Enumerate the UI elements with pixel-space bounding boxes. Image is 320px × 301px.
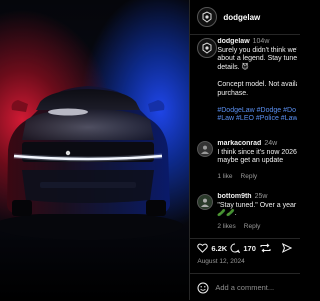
comment-likes[interactable]: 2 likes [217, 223, 235, 230]
avatar[interactable] [197, 38, 218, 58]
reply-button[interactable]: Reply [244, 223, 261, 230]
action-bar: 6.2K 170 [190, 238, 301, 257]
caption-timestamp: 104w [252, 38, 270, 45]
comment-meta: 1 like Reply [217, 173, 265, 180]
caption-line: details. 😈 [217, 63, 249, 71]
comment-button[interactable]: 170 [230, 243, 256, 253]
post-details-panel: dodgelaw dodgelaw 104w Surely you didn't … [189, 0, 301, 301]
comment-username[interactable]: markaconrad [217, 140, 261, 147]
comments-count: 170 [243, 243, 256, 253]
send-icon [282, 243, 293, 253]
repost-icon [260, 243, 271, 253]
hashtags-line[interactable]: #Law #LEO #Police #LawEn [217, 115, 297, 124]
reply-button[interactable]: Reply [241, 173, 258, 180]
avatar[interactable] [197, 7, 218, 27]
caption-line: Concept model. Not availab [217, 80, 298, 88]
post-header: dodgelaw [190, 0, 301, 35]
caption-text: dodgelaw 104w Surely you didn't think we'… [217, 38, 297, 124]
post-image[interactable] [0, 0, 190, 300]
like-button[interactable]: 6.2K [197, 243, 227, 253]
emoji-icon[interactable] [197, 282, 209, 294]
header-username[interactable]: dodgelaw [223, 13, 260, 22]
comment-line: maybe get an update [217, 157, 284, 165]
comment-line: "Stay tuned." Over a year l [217, 201, 298, 209]
repost-button[interactable] [260, 243, 271, 253]
likes-count: 6.2K [211, 243, 228, 253]
comment-likes[interactable]: 1 like [217, 173, 232, 180]
avatar[interactable] [197, 194, 214, 210]
comment-text: markaconrad 24w I think since it's now 20… [217, 140, 297, 166]
comment-input-bar: Add a comment... [190, 273, 301, 301]
heart-icon [197, 243, 209, 253]
comment-icon [230, 243, 241, 253]
comment-meta: 2 likes Reply [217, 223, 268, 230]
dodge-logo-icon [202, 42, 212, 54]
caption-line [217, 72, 297, 81]
comment-username[interactable]: bottom9th [217, 193, 251, 200]
share-button[interactable] [282, 243, 293, 253]
caption-line: Surely you didn't think we' [217, 46, 298, 54]
user-avatar-icon [201, 198, 210, 207]
comment-input[interactable]: Add a comment... [215, 283, 274, 292]
comment-text: bottom9th 25w "Stay tuned." Over a year l… [217, 193, 297, 219]
comment-timestamp: 24w [264, 140, 278, 147]
dodge-logo-icon [202, 11, 212, 23]
avatar[interactable] [197, 141, 214, 157]
post-date: August 12, 2024 [197, 258, 245, 265]
comment-timestamp: 25w [254, 193, 268, 200]
caption-username[interactable]: dodgelaw [217, 38, 249, 45]
comment-line: 🥒🥒. [217, 210, 237, 218]
hashtags-line[interactable]: #DodgeLaw #Dodge #Do [217, 107, 297, 116]
caption-line: about a legend. Stay tuned [217, 55, 298, 63]
caption-line: purchase. [217, 89, 249, 97]
comment-line: I think since it's now 2026 [217, 148, 297, 156]
post-viewer: dodgelaw dodgelaw 104w Surely you didn't … [0, 0, 301, 301]
user-avatar-icon [201, 145, 210, 154]
car-illustration [0, 86, 183, 240]
